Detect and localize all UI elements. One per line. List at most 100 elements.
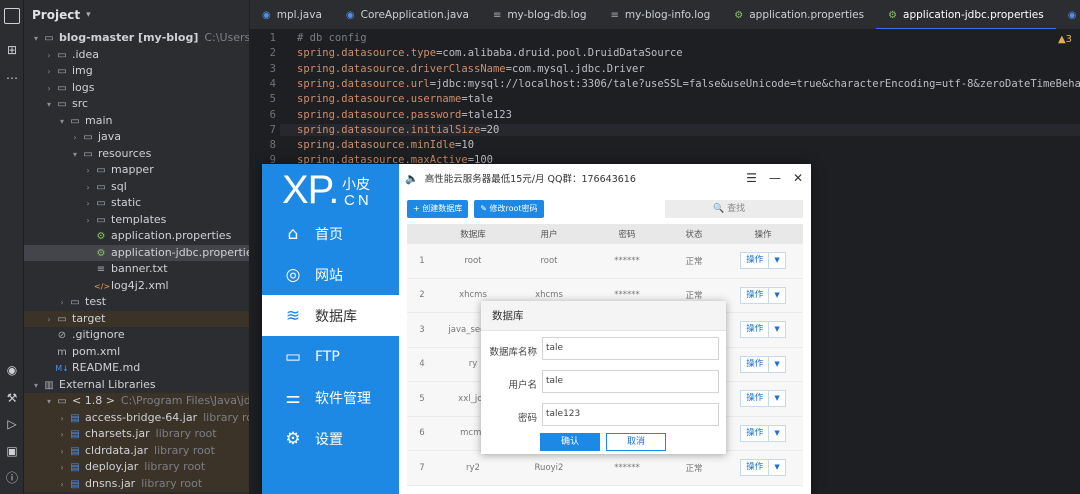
chevron-right-icon[interactable]: › (56, 295, 68, 311)
chevron-right-icon[interactable]: › (56, 427, 68, 443)
tree-item[interactable]: ⊘ .gitignore (24, 327, 249, 344)
tree-item[interactable]: ≡ banner.txt (24, 261, 249, 278)
chevron-down-icon[interactable]: ▾ (86, 10, 91, 20)
tree-item[interactable]: ▾ ▭ main (24, 113, 249, 130)
chevron-right-icon[interactable]: › (56, 411, 68, 427)
chevron-right-icon[interactable]: › (43, 64, 55, 80)
project-panel-header[interactable]: Project ▾ (24, 0, 249, 30)
nav-item[interactable]: ⚙ 设置 (262, 418, 399, 459)
row-action-button[interactable]: 操作 ▼ (740, 321, 786, 339)
tree-item[interactable]: m pom.xml (24, 344, 249, 361)
cancel-button[interactable]: 取消 (606, 433, 666, 451)
terminal-icon[interactable]: ▣ (4, 443, 20, 459)
caret-down-icon[interactable]: ▼ (768, 287, 784, 303)
row-action-button[interactable]: 操作 ▼ (740, 390, 786, 408)
tree-item[interactable]: ▾ ▭ src (24, 96, 249, 113)
db-name-field[interactable]: tale (542, 337, 719, 360)
close-icon[interactable]: ✕ (793, 171, 803, 185)
row-action-button[interactable]: 操作 ▼ (740, 355, 786, 373)
chevron-down-icon[interactable]: ▾ (43, 97, 55, 113)
chevron-down-icon[interactable]: ▾ (43, 394, 55, 410)
caret-down-icon[interactable]: ▼ (768, 391, 784, 407)
chevron-right-icon[interactable]: › (82, 163, 94, 179)
chevron-right-icon[interactable]: › (82, 213, 94, 229)
minimize-icon[interactable]: — (769, 171, 781, 185)
project-tool-icon[interactable] (4, 8, 20, 24)
caret-down-icon[interactable]: ▼ (768, 322, 784, 338)
tree-item[interactable]: ▾▭ blog-master [my-blog] C:\Users\RedTeam\… (24, 30, 249, 47)
tree-item[interactable]: › ▭ mapper (24, 162, 249, 179)
code-line[interactable]: spring.datasource.url=jdbc:mysql://local… (297, 78, 1080, 90)
code-line[interactable]: spring.datasource.minIdle=10 (297, 139, 474, 151)
chevron-right-icon[interactable]: › (56, 477, 68, 493)
row-action-button[interactable]: 操作 ▼ (740, 459, 786, 477)
chevron-right-icon[interactable]: › (43, 48, 55, 64)
tree-item[interactable]: ▾ ▥ External Libraries (24, 377, 249, 394)
tree-item[interactable]: › ▤ charsets.jar library root (24, 426, 249, 443)
row-action-button[interactable]: 操作 ▼ (740, 424, 786, 442)
tree-item[interactable]: ⚙ application.properties (24, 228, 249, 245)
tree-item[interactable]: › ▭ static (24, 195, 249, 212)
code-line[interactable]: spring.datasource.driverClassName=com.my… (297, 63, 645, 75)
menu-icon[interactable]: ☰ (746, 171, 757, 185)
caret-down-icon[interactable]: ▼ (768, 253, 784, 269)
caret-down-icon[interactable]: ▼ (768, 356, 784, 372)
editor-tab[interactable]: ⚙ application-jdbc.properties (876, 0, 1056, 29)
nav-item[interactable]: ⌂ 首页 (262, 213, 399, 254)
chevron-right-icon[interactable]: › (69, 130, 81, 146)
confirm-button[interactable]: 确认 (540, 433, 600, 451)
caret-down-icon[interactable]: ▼ (768, 460, 784, 476)
chevron-down-icon[interactable]: ▾ (30, 31, 42, 47)
chevron-right-icon[interactable]: › (56, 444, 68, 460)
editor-tab[interactable]: ≡ my-blog-db.log (481, 0, 599, 29)
tree-item[interactable]: › ▭ target (24, 310, 249, 328)
nav-item[interactable]: ◎ 网站 (262, 254, 399, 295)
structure-icon[interactable]: ⊞ (4, 42, 20, 58)
search-input[interactable]: 🔍 查找 (665, 200, 803, 218)
tree-item[interactable]: › ▭ logs (24, 80, 249, 97)
editor-tab[interactable]: ◉IndexController.java (1056, 0, 1080, 29)
tree-item[interactable]: › ▤ deploy.jar library root (24, 459, 249, 476)
tree-item[interactable]: › ▭ .idea (24, 47, 249, 64)
tree-item[interactable]: M↓ README.md (24, 360, 249, 377)
caret-down-icon[interactable]: ▼ (768, 425, 784, 441)
tree-item[interactable]: ›▤ access-bridge-64.jar library root (24, 409, 249, 427)
tree-item[interactable]: › ▤ cldrdata.jar library root (24, 442, 249, 460)
tree-item[interactable]: › ▭ templates (24, 212, 249, 229)
code-line[interactable]: spring.datasource.username=tale (297, 93, 493, 105)
tree-item[interactable]: › ▭ img (24, 63, 249, 80)
code-line[interactable]: spring.datasource.password=tale123 (297, 109, 512, 121)
services-icon[interactable]: ◉ (4, 362, 20, 378)
editor-tab[interactable]: ◉ mpl.java (250, 0, 334, 29)
tree-item[interactable]: › ▤ dnsns.jar library root (24, 475, 249, 493)
nav-item[interactable]: ≋ 数据库 (262, 295, 399, 336)
code-line[interactable]: # db config (297, 32, 367, 44)
chevron-right-icon[interactable]: › (43, 312, 55, 328)
chevron-right-icon[interactable]: › (82, 196, 94, 212)
chevron-right-icon[interactable]: › (43, 81, 55, 97)
chevron-right-icon[interactable]: › (56, 460, 68, 476)
editor-tab[interactable]: ≡ my-blog-info.log (599, 0, 723, 29)
run-icon[interactable]: ▷ (4, 416, 20, 432)
problems-icon[interactable]: ⓘ (4, 470, 20, 486)
announcement-text[interactable]: 高性能云服务器最低15元/月 QQ群：176643616 (425, 171, 636, 185)
create-database-button[interactable]: + 创建数据库 (407, 200, 469, 218)
code-line[interactable]: spring.datasource.type=com.alibaba.druid… (297, 47, 683, 59)
chevron-down-icon[interactable]: ▾ (69, 147, 81, 163)
nav-item[interactable]: ⚌ 软件管理 (262, 377, 399, 418)
build-icon[interactable]: ⚒ (4, 390, 20, 406)
tree-item[interactable]: › ▭ java (24, 129, 249, 146)
more-tools-icon[interactable]: ⋯ (4, 70, 20, 86)
chevron-down-icon[interactable]: ▾ (56, 114, 68, 130)
tree-item[interactable]: ⚙ application-jdbc.properties (24, 244, 249, 261)
editor-tab[interactable]: ◉ CoreApplication.java (334, 0, 481, 29)
chevron-down-icon[interactable]: ▾ (30, 378, 42, 394)
warnings-indicator[interactable]: ▲3 (1058, 34, 1072, 45)
row-action-button[interactable]: 操作 ▼ (740, 286, 786, 304)
row-action-button[interactable]: 操作 ▼ (740, 252, 786, 270)
tree-item[interactable]: </>log4j2.xml (24, 278, 249, 295)
editor-tab[interactable]: ⚙ application.properties (722, 0, 876, 29)
tree-item[interactable]: › ▭ test (24, 294, 249, 311)
username-field[interactable]: tale (542, 370, 719, 393)
code-line[interactable]: spring.datasource.initialSize=20 (280, 123, 1080, 136)
